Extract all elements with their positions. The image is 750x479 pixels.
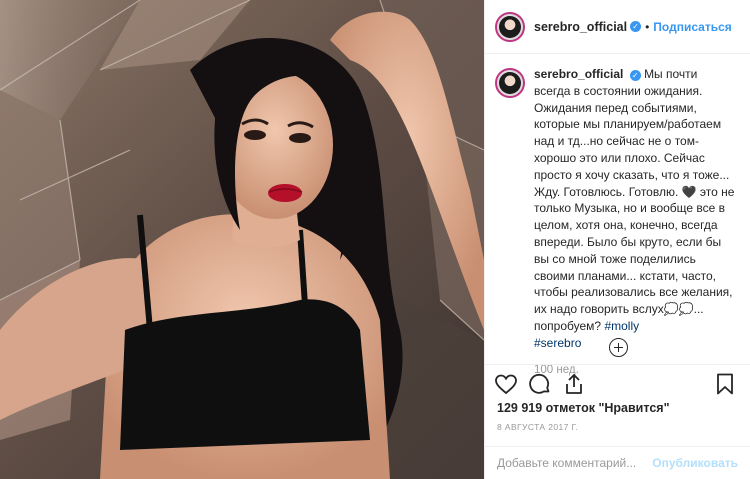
post-date[interactable]: 8 августа 2017 г. (497, 422, 578, 432)
share-icon[interactable] (562, 372, 586, 396)
follow-button[interactable]: Подписаться (653, 20, 731, 34)
avatar[interactable] (495, 11, 525, 42)
comment-icon[interactable] (528, 372, 552, 396)
post-photo[interactable] (0, 0, 484, 479)
likes-count[interactable]: 129 919 отметок "Нравится" (497, 401, 670, 415)
post-side-panel: serebro_official ✓ • Подписаться serebro… (484, 0, 750, 479)
heart-icon[interactable] (494, 372, 518, 396)
header-username[interactable]: serebro_official (534, 20, 627, 34)
hashtag-serebro[interactable]: #serebro (534, 336, 581, 350)
post-dialog: serebro_official ✓ • Подписаться serebro… (0, 0, 750, 479)
caption-text: Мы почти всегда в состоянии ожидания. Ож… (534, 67, 735, 333)
load-more-comments-plus-circle-icon[interactable] (609, 338, 628, 357)
caption: serebro_official ✓ Мы почти всегда в сос… (534, 66, 736, 376)
hashtag-molly[interactable]: #molly (604, 319, 639, 333)
caption-avatar[interactable] (495, 68, 525, 98)
post-photo-image (0, 0, 484, 479)
action-bar (485, 364, 750, 402)
post-header: serebro_official ✓ • Подписаться (485, 0, 750, 54)
caption-area: serebro_official ✓ Мы почти всегда в сос… (485, 54, 750, 376)
verified-badge-icon: ✓ (630, 21, 642, 32)
comment-bar: Опубликовать (485, 446, 750, 479)
caption-username[interactable]: serebro_official (534, 67, 623, 81)
separator-dot: • (645, 19, 650, 34)
bookmark-icon[interactable] (713, 372, 737, 396)
caption-verified-badge-icon: ✓ (629, 70, 641, 81)
comment-input[interactable] (497, 456, 653, 470)
publish-button[interactable]: Опубликовать (652, 456, 738, 470)
